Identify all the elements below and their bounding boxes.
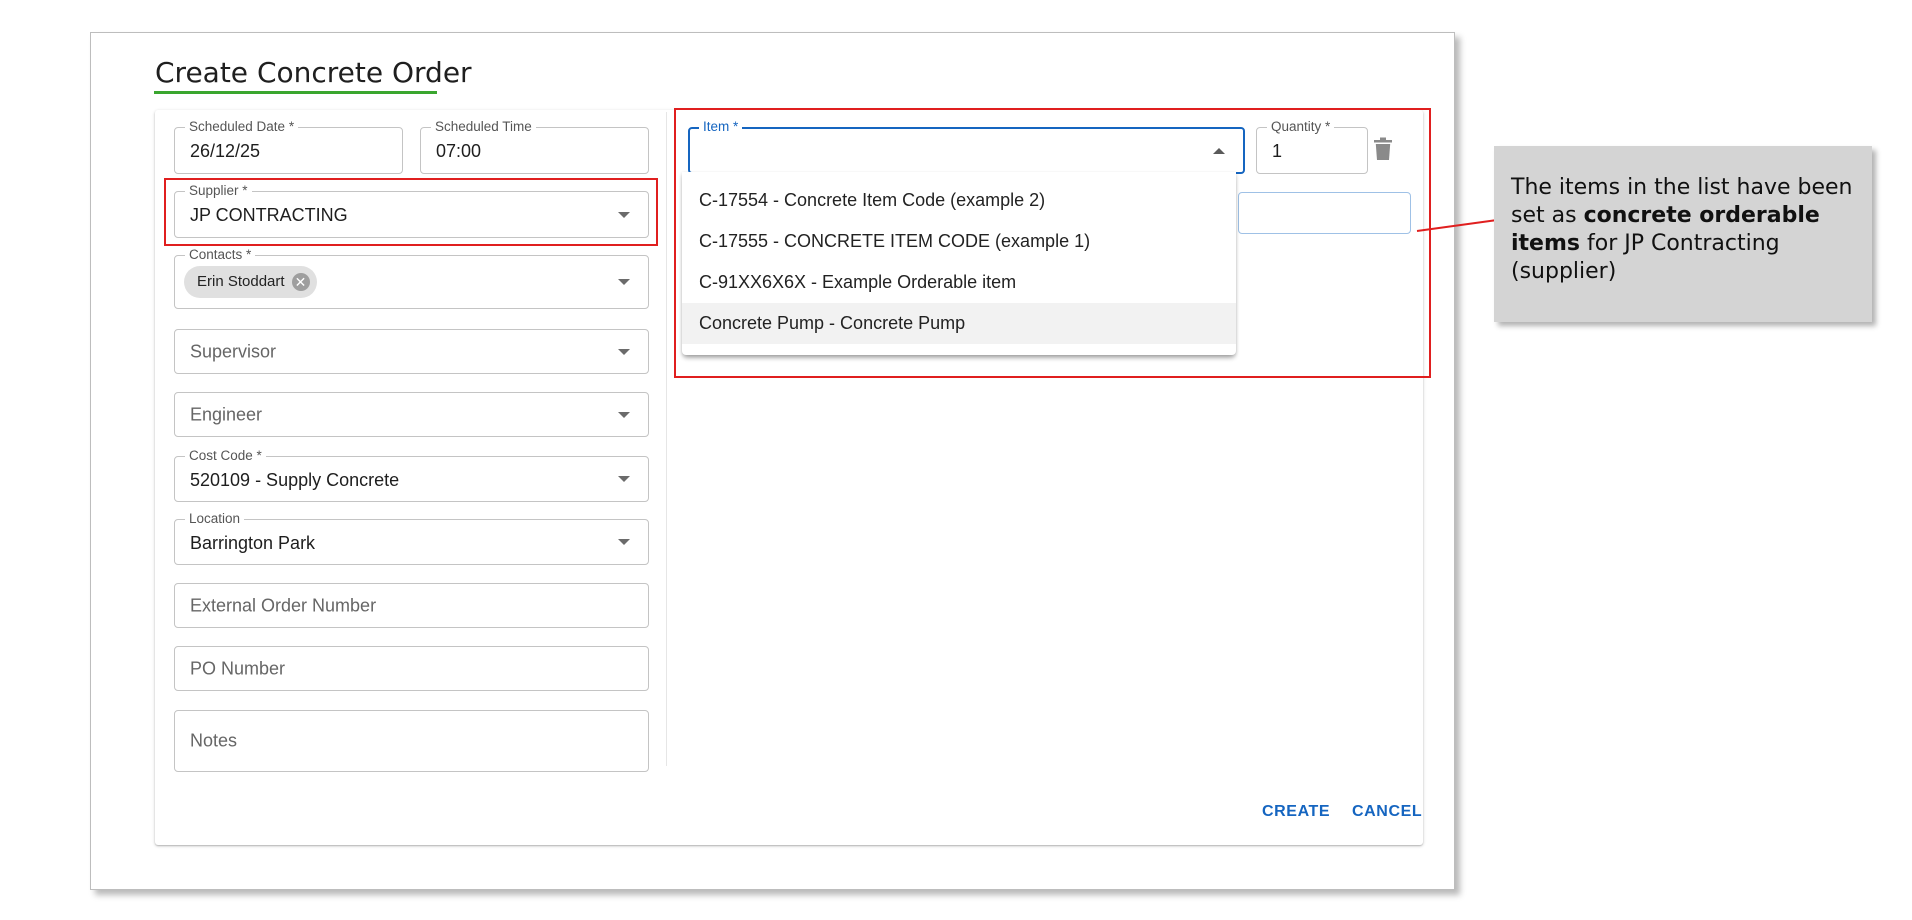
supervisor-select[interactable]: Supervisor [174, 329, 649, 374]
contacts-label: Contacts * [185, 247, 256, 263]
page-title: Create Concrete Order [155, 56, 472, 89]
external-order-number-input[interactable]: External Order Number [174, 583, 649, 628]
notes-placeholder: Notes [190, 730, 238, 751]
engineer-placeholder: Engineer [190, 404, 263, 424]
chevron-down-icon[interactable] [618, 411, 630, 418]
cost-code-label: Cost Code * [185, 448, 266, 464]
scheduled-time-value: 07:00 [436, 141, 482, 161]
create-button[interactable]: CREATE [1262, 803, 1330, 821]
title-underline [154, 91, 437, 94]
supervisor-placeholder: Supervisor [190, 341, 277, 361]
contact-chip-label: Erin Stoddart [197, 273, 285, 290]
chevron-down-icon[interactable] [618, 279, 630, 285]
scheduled-date-label: Scheduled Date * [185, 119, 299, 135]
po-number-input[interactable]: PO Number [174, 646, 649, 691]
column-divider [666, 112, 667, 766]
remove-chip-icon[interactable]: ✕ [291, 273, 310, 291]
cost-code-select[interactable]: Cost Code * 520109 - Supply Concrete [174, 448, 649, 502]
annotation-callout: The items in the list have been set as c… [1494, 146, 1872, 322]
cost-code-value: 520109 - Supply Concrete [190, 470, 400, 490]
po-number-placeholder: PO Number [190, 658, 286, 678]
location-value: Barrington Park [190, 533, 316, 553]
chevron-down-icon[interactable] [618, 539, 630, 545]
scheduled-date-field[interactable]: Scheduled Date * 26/12/25 [174, 119, 403, 174]
scheduled-date-value: 26/12/25 [190, 141, 261, 161]
supplier-highlight-box [164, 178, 658, 246]
location-select[interactable]: Location Barrington Park [174, 511, 649, 565]
chevron-down-icon[interactable] [618, 348, 630, 355]
scheduled-time-label: Scheduled Time [431, 119, 536, 135]
chevron-down-icon[interactable] [618, 476, 630, 482]
location-label: Location [185, 511, 245, 527]
cancel-button[interactable]: CANCEL [1352, 803, 1422, 821]
scheduled-time-field[interactable]: Scheduled Time 07:00 [420, 119, 649, 174]
notes-textarea[interactable]: Notes [174, 710, 649, 772]
items-highlight-box [674, 108, 1431, 378]
contact-chip[interactable]: Erin Stoddart ✕ [184, 266, 317, 298]
engineer-select[interactable]: Engineer [174, 392, 649, 437]
contacts-select[interactable]: Contacts * Erin Stoddart ✕ [174, 247, 649, 309]
external-order-number-placeholder: External Order Number [190, 595, 377, 615]
